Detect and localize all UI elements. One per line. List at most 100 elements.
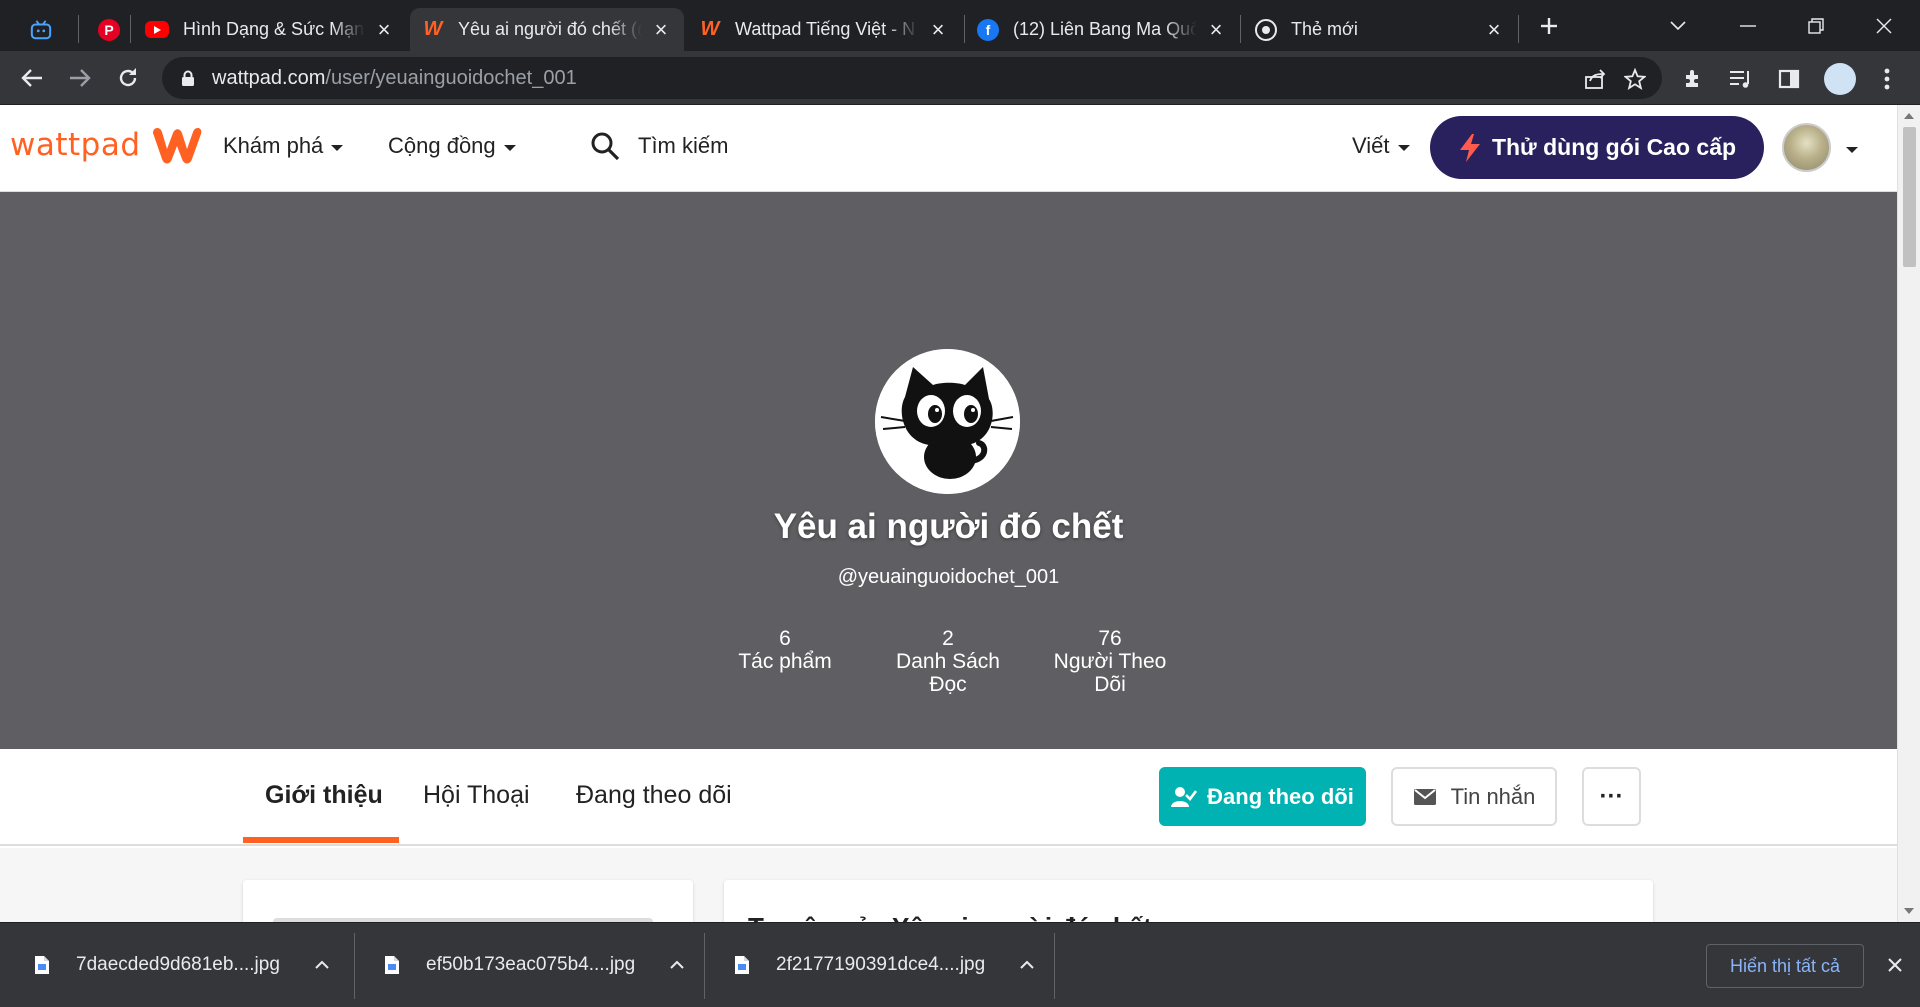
caret-down-icon bbox=[1397, 144, 1410, 151]
media-control-icon[interactable] bbox=[1728, 66, 1754, 92]
stat-label: Người Theo Dõi bbox=[1053, 650, 1167, 696]
about-card bbox=[243, 880, 693, 922]
search-icon bbox=[591, 132, 620, 161]
stat-label: Tác phẩm bbox=[738, 650, 832, 673]
download-item[interactable]: 7daecded9d681eb....jpg bbox=[34, 935, 330, 995]
scrollbar-thumb[interactable] bbox=[1903, 127, 1916, 267]
stat-works[interactable]: 6 Tác phẩm bbox=[715, 627, 855, 673]
stories-card: Truyện của Yêu ai người đó chết bbox=[724, 880, 1653, 922]
scroll-down-arrow-icon[interactable] bbox=[1904, 908, 1914, 914]
wattpad-w-icon bbox=[152, 127, 201, 164]
image-file-icon bbox=[385, 956, 399, 974]
chevron-up-icon[interactable] bbox=[314, 960, 330, 970]
wattpad-icon: W bbox=[423, 18, 443, 40]
nav-write[interactable]: Viết bbox=[1352, 133, 1410, 159]
user-avatar[interactable] bbox=[1782, 123, 1831, 172]
url-text[interactable]: wattpad.com/user/yeuainguoidochet_001 bbox=[212, 67, 577, 90]
nav-community[interactable]: Cộng đồng bbox=[388, 133, 516, 159]
new-tab-button[interactable] bbox=[1521, 6, 1577, 46]
forward-button[interactable] bbox=[62, 60, 98, 96]
chrome-icon bbox=[1255, 18, 1277, 41]
mail-icon bbox=[1413, 788, 1436, 805]
nav-discover[interactable]: Khám phá bbox=[223, 133, 344, 159]
profile-tabs-bar: Giới thiệu Hội Thoại Đang theo dõi Đang … bbox=[0, 749, 1897, 846]
close-tab-icon[interactable]: × bbox=[1205, 17, 1227, 42]
stat-followers[interactable]: 76 Người Theo Dõi bbox=[1040, 627, 1180, 696]
tab-label: Wattpad Tiếng Việt - N bbox=[735, 19, 916, 39]
tab-wattpad-profile[interactable]: W Yêu ai người đó chết (@ × bbox=[410, 8, 684, 51]
pinterest-icon: P bbox=[98, 18, 120, 41]
tab-pinterest[interactable]: P bbox=[86, 8, 134, 51]
tab-new-tab[interactable]: Thẻ mới × bbox=[1243, 8, 1517, 51]
wattpad-icon: W bbox=[700, 18, 720, 40]
tab-label: Hình Dạng & Sức Mạnh bbox=[183, 19, 365, 39]
facebook-icon: f bbox=[977, 18, 999, 41]
tab-about[interactable]: Giới thiệu bbox=[265, 781, 383, 810]
tab-following[interactable]: Đang theo dõi bbox=[576, 781, 732, 810]
following-button[interactable]: Đang theo dõi bbox=[1159, 767, 1366, 826]
tab-youtube[interactable]: Hình Dạng & Sức Mạnh × bbox=[133, 8, 407, 51]
download-separator bbox=[354, 933, 355, 999]
stat-value: 2 bbox=[942, 627, 954, 650]
side-panel-icon[interactable] bbox=[1776, 66, 1802, 92]
close-tab-icon[interactable]: × bbox=[1483, 17, 1505, 42]
chevron-up-icon[interactable] bbox=[1019, 960, 1035, 970]
caret-down-icon bbox=[331, 144, 344, 151]
tab-label: (12) Liên Bang Ma Quố bbox=[1013, 19, 1197, 39]
black-cat-avatar-icon bbox=[875, 349, 1020, 494]
share-icon[interactable] bbox=[1582, 66, 1608, 92]
profile-username: @yeuainguoidochet_001 bbox=[837, 566, 1060, 588]
show-all-downloads-button[interactable]: Hiển thị tất cả bbox=[1706, 944, 1864, 988]
close-window-button[interactable] bbox=[1856, 6, 1912, 46]
download-shelf: 7daecded9d681eb....jpg ef50b173eac075b4.… bbox=[0, 922, 1920, 1007]
page-scrollbar[interactable] bbox=[1897, 105, 1920, 922]
bilibili-icon bbox=[30, 19, 52, 41]
address-bar[interactable]: wattpad.com/user/yeuainguoidochet_001 bbox=[162, 57, 1662, 99]
profile-avatar-icon[interactable] bbox=[1824, 63, 1856, 95]
extensions-icon[interactable] bbox=[1680, 66, 1706, 92]
download-item[interactable]: ef50b173eac075b4....jpg bbox=[384, 935, 685, 995]
restore-button[interactable] bbox=[1788, 6, 1844, 46]
back-button[interactable] bbox=[14, 60, 50, 96]
message-button[interactable]: Tin nhắn bbox=[1391, 767, 1557, 826]
tab-label: Yêu ai người đó chết (@ bbox=[458, 19, 642, 39]
stat-reading-lists[interactable]: 2 Danh Sách Đọc bbox=[878, 627, 1018, 696]
image-file-icon bbox=[735, 956, 749, 974]
profile-content: Truyện của Yêu ai người đó chết bbox=[0, 848, 1897, 922]
try-premium-button[interactable]: Thử dùng gói Cao cấp bbox=[1430, 116, 1764, 179]
caret-down-icon[interactable] bbox=[1846, 147, 1858, 153]
close-tab-icon[interactable]: × bbox=[373, 17, 395, 42]
tab-wattpad-vn[interactable]: W Wattpad Tiếng Việt - N × bbox=[687, 8, 961, 51]
download-item[interactable]: 2f2177190391dce4....jpg bbox=[734, 935, 1035, 995]
tab-search-icon[interactable] bbox=[1650, 6, 1706, 46]
bookmark-star-icon[interactable] bbox=[1622, 66, 1648, 92]
tab-bilibili[interactable] bbox=[18, 8, 66, 51]
tab-label: Thẻ mới bbox=[1291, 19, 1358, 39]
close-tab-icon[interactable]: × bbox=[927, 17, 949, 42]
download-separator bbox=[1054, 933, 1055, 999]
tab-conversations[interactable]: Hội Thoại bbox=[423, 781, 530, 810]
close-tab-icon[interactable]: × bbox=[650, 17, 672, 42]
youtube-icon bbox=[145, 21, 169, 38]
more-dots-icon: ··· bbox=[1599, 782, 1624, 810]
lock-icon[interactable] bbox=[178, 68, 198, 88]
menu-dots-icon[interactable] bbox=[1874, 66, 1900, 92]
browser-tab-bar: P Hình Dạng & Sức Mạnh × W Yêu ai người … bbox=[0, 0, 1920, 51]
reload-button[interactable] bbox=[110, 60, 146, 96]
lightning-icon bbox=[1459, 133, 1480, 162]
chevron-up-icon[interactable] bbox=[669, 960, 685, 970]
profile-avatar bbox=[875, 349, 1020, 494]
wattpad-logo[interactable]: wattpad bbox=[10, 123, 205, 167]
scroll-up-arrow-icon[interactable] bbox=[1904, 113, 1914, 119]
close-download-shelf-icon[interactable] bbox=[1880, 950, 1910, 980]
stories-card-title: Truyện của Yêu ai người đó chết bbox=[748, 912, 1152, 922]
search-button[interactable]: Tìm kiếm bbox=[590, 131, 728, 161]
profile-banner: Yêu ai người đó chết @yeuainguoidochet_0… bbox=[0, 192, 1897, 749]
more-options-button[interactable]: ··· bbox=[1582, 767, 1641, 826]
tab-separator bbox=[78, 15, 79, 43]
stat-label: Danh Sách Đọc bbox=[896, 650, 1000, 696]
stat-value: 76 bbox=[1098, 627, 1122, 650]
tab-facebook[interactable]: f (12) Liên Bang Ma Quố × bbox=[965, 8, 1239, 51]
minimize-button[interactable] bbox=[1720, 6, 1776, 46]
caret-down-icon bbox=[503, 144, 516, 151]
